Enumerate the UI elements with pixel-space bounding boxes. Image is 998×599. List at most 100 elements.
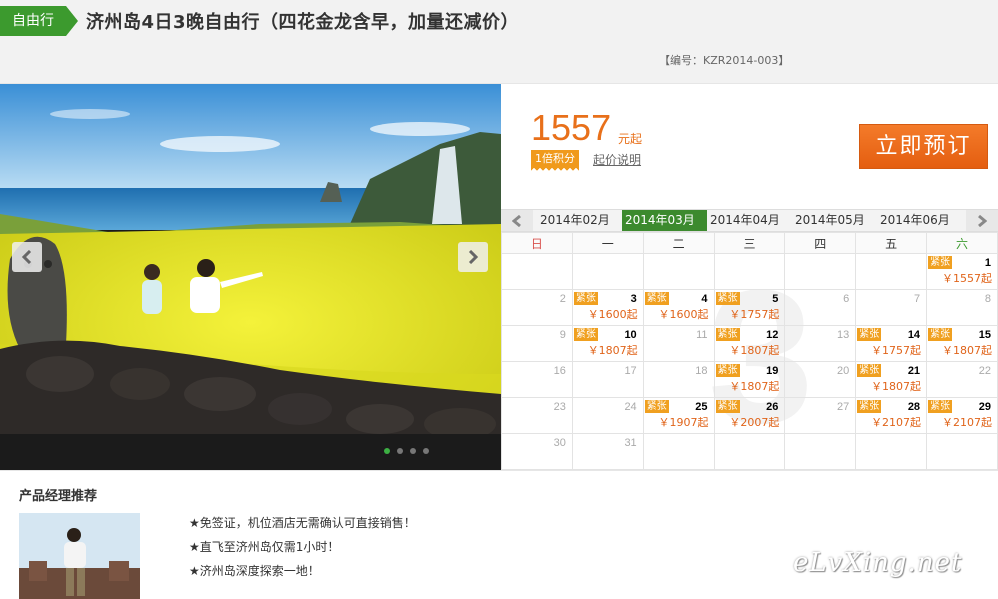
recommendation-item: ★直飞至济州岛仅需1小时！ bbox=[189, 540, 340, 554]
chevron-left-icon bbox=[21, 250, 32, 264]
weekday-label: 三 bbox=[713, 232, 786, 254]
jeju-landscape-image bbox=[0, 84, 501, 470]
calendar-day: 6 bbox=[784, 289, 857, 326]
slide-dot[interactable] bbox=[423, 448, 429, 454]
manager-recommendation: 产品经理推荐 ★免签证，机位酒店无需确认可直接销售！ ★直飞至济州岛仅需1小时！ ★… bbox=[0, 470, 998, 599]
availability-badge: 紧张 bbox=[573, 292, 598, 305]
day-number: 26 bbox=[766, 401, 779, 413]
day-number: 17 bbox=[624, 365, 637, 377]
calendar-week: 1 紧张 ￥1557起 bbox=[501, 253, 998, 290]
calendar-day[interactable]: 15 紧张 ￥1807起 bbox=[926, 325, 998, 362]
calendar-day: 31 bbox=[571, 433, 644, 470]
day-number: 5 bbox=[772, 293, 779, 305]
calendar-day[interactable]: 5 紧张 ￥1757起 bbox=[713, 289, 786, 326]
day-price: ￥2107起 bbox=[871, 416, 922, 429]
calendar-day[interactable]: 12 紧张 ￥1807起 bbox=[713, 325, 786, 362]
next-slide-button[interactable] bbox=[458, 242, 488, 272]
availability-badge: 紧张 bbox=[857, 364, 882, 377]
day-number: 13 bbox=[836, 329, 850, 341]
prev-month-button[interactable] bbox=[501, 210, 533, 231]
calendar-day[interactable]: 19 紧张 ￥1807起 bbox=[713, 361, 786, 398]
recommendation-item: ★免签证，机位酒店无需确认可直接销售！ bbox=[189, 516, 416, 530]
day-number: 25 bbox=[695, 401, 708, 413]
month-tab[interactable]: 2014年03月 bbox=[622, 210, 707, 231]
calendar-day: 13 bbox=[784, 325, 857, 362]
day-number: 2 bbox=[559, 293, 566, 305]
calendar-day[interactable]: 1 紧张 ￥1557起 bbox=[926, 253, 998, 290]
calendar-day[interactable]: 25 紧张 ￥1907起 bbox=[642, 397, 715, 434]
month-tab[interactable]: 2014年06月 bbox=[877, 210, 962, 231]
calendar-day: 27 bbox=[784, 397, 857, 434]
day-price: ￥1807起 bbox=[942, 344, 992, 357]
next-month-button[interactable] bbox=[966, 210, 998, 231]
calendar-week: 23 24 25 紧张 ￥1907起 26 紧张 ￥2007起 27 28 紧张 ￥2107起 29 紧张… bbox=[501, 397, 998, 434]
calendar-day: 7 bbox=[855, 289, 928, 326]
month-tab[interactable]: 2014年02月 bbox=[537, 210, 622, 231]
day-price: ￥1807起 bbox=[729, 344, 780, 357]
weekday-label: 一 bbox=[571, 232, 644, 254]
day-number: 6 bbox=[843, 293, 850, 305]
calendar-day[interactable]: 29 紧张 ￥2107起 bbox=[926, 397, 998, 434]
calendar-day bbox=[501, 253, 573, 290]
recommendation-title: 产品经理推荐 bbox=[19, 489, 98, 504]
month-tab[interactable]: 2014年04月 bbox=[707, 210, 792, 231]
availability-badge: 紧张 bbox=[857, 400, 882, 413]
day-price: ￥2007起 bbox=[729, 416, 780, 429]
calendar-day bbox=[784, 253, 857, 290]
calendar-day[interactable]: 21 紧张 ￥1807起 bbox=[855, 361, 928, 398]
month-tab[interactable]: 2014年05月 bbox=[792, 210, 877, 231]
calendar-day[interactable]: 14 紧张 ￥1757起 bbox=[855, 325, 928, 362]
day-price: ￥1807起 bbox=[587, 344, 638, 357]
photo-gallery bbox=[0, 84, 501, 470]
product-code: 【编号：KZR2014-003】 bbox=[659, 54, 790, 67]
calendar-day[interactable]: 4 紧张 ￥1600起 bbox=[642, 289, 715, 326]
calendar-day[interactable]: 26 紧张 ￥2007起 bbox=[713, 397, 786, 434]
day-price: ￥1807起 bbox=[871, 380, 922, 393]
calendar-day: 23 bbox=[501, 397, 573, 434]
availability-badge: 紧张 bbox=[928, 328, 953, 341]
slide-dot[interactable] bbox=[397, 448, 403, 454]
calendar-day: 30 bbox=[501, 433, 573, 470]
calendar-day[interactable]: 10 紧张 ￥1807起 bbox=[571, 325, 644, 362]
day-number: 20 bbox=[836, 365, 850, 377]
day-price: ￥1757起 bbox=[871, 344, 922, 357]
slide-dot[interactable] bbox=[384, 448, 390, 454]
day-price: ￥1807起 bbox=[729, 380, 780, 393]
day-number: 12 bbox=[766, 329, 779, 341]
calendar-day: 2 bbox=[501, 289, 573, 326]
day-number: 9 bbox=[559, 329, 566, 341]
calendar-day bbox=[784, 433, 857, 470]
calendar-day: 24 bbox=[571, 397, 644, 434]
day-number: 10 bbox=[624, 329, 637, 341]
price-unit: 元起 bbox=[618, 132, 643, 146]
day-number: 30 bbox=[553, 437, 566, 449]
day-number: 7 bbox=[913, 293, 921, 305]
calendar-week: 2 3 紧张 ￥1600起 4 紧张 ￥1600起 5 紧张 ￥1757起 6 7 8 bbox=[501, 289, 998, 326]
day-number: 31 bbox=[624, 437, 637, 449]
calendar-day[interactable]: 3 紧张 ￥1600起 bbox=[571, 289, 644, 326]
calendar-day[interactable]: 28 紧张 ￥2107起 bbox=[855, 397, 928, 434]
book-now-button[interactable]: 立即预订 bbox=[859, 124, 988, 169]
site-watermark: eLvXing.net bbox=[793, 548, 963, 578]
manager-photo bbox=[19, 513, 140, 599]
weekday-label: 二 bbox=[642, 232, 715, 254]
day-number: 1 bbox=[984, 257, 991, 269]
day-price: ￥1757起 bbox=[729, 308, 780, 321]
availability-badge: 紧张 bbox=[715, 292, 740, 305]
day-price: ￥2107起 bbox=[942, 416, 992, 429]
title-bar: 自由行 济州岛4日3晚自由行（四花金龙含早，加量还减价） 【编号：KZR2014… bbox=[0, 0, 998, 84]
price-info-link[interactable]: 起价说明 bbox=[593, 151, 641, 168]
calendar-day: 16 bbox=[501, 361, 573, 398]
calendar-day bbox=[713, 433, 786, 470]
day-price: ￥1600起 bbox=[587, 308, 638, 321]
day-number: 16 bbox=[553, 365, 566, 377]
chevron-left-icon bbox=[512, 214, 521, 227]
day-price: ￥1600起 bbox=[658, 308, 709, 321]
slide-dot[interactable] bbox=[410, 448, 416, 454]
prev-slide-button[interactable] bbox=[12, 242, 42, 272]
price-value: 1557 bbox=[531, 107, 612, 148]
day-number: 21 bbox=[907, 365, 921, 377]
weekday-label: 日 bbox=[501, 232, 573, 254]
calendar-day: 9 bbox=[501, 325, 573, 362]
availability-badge: 紧张 bbox=[715, 328, 740, 341]
